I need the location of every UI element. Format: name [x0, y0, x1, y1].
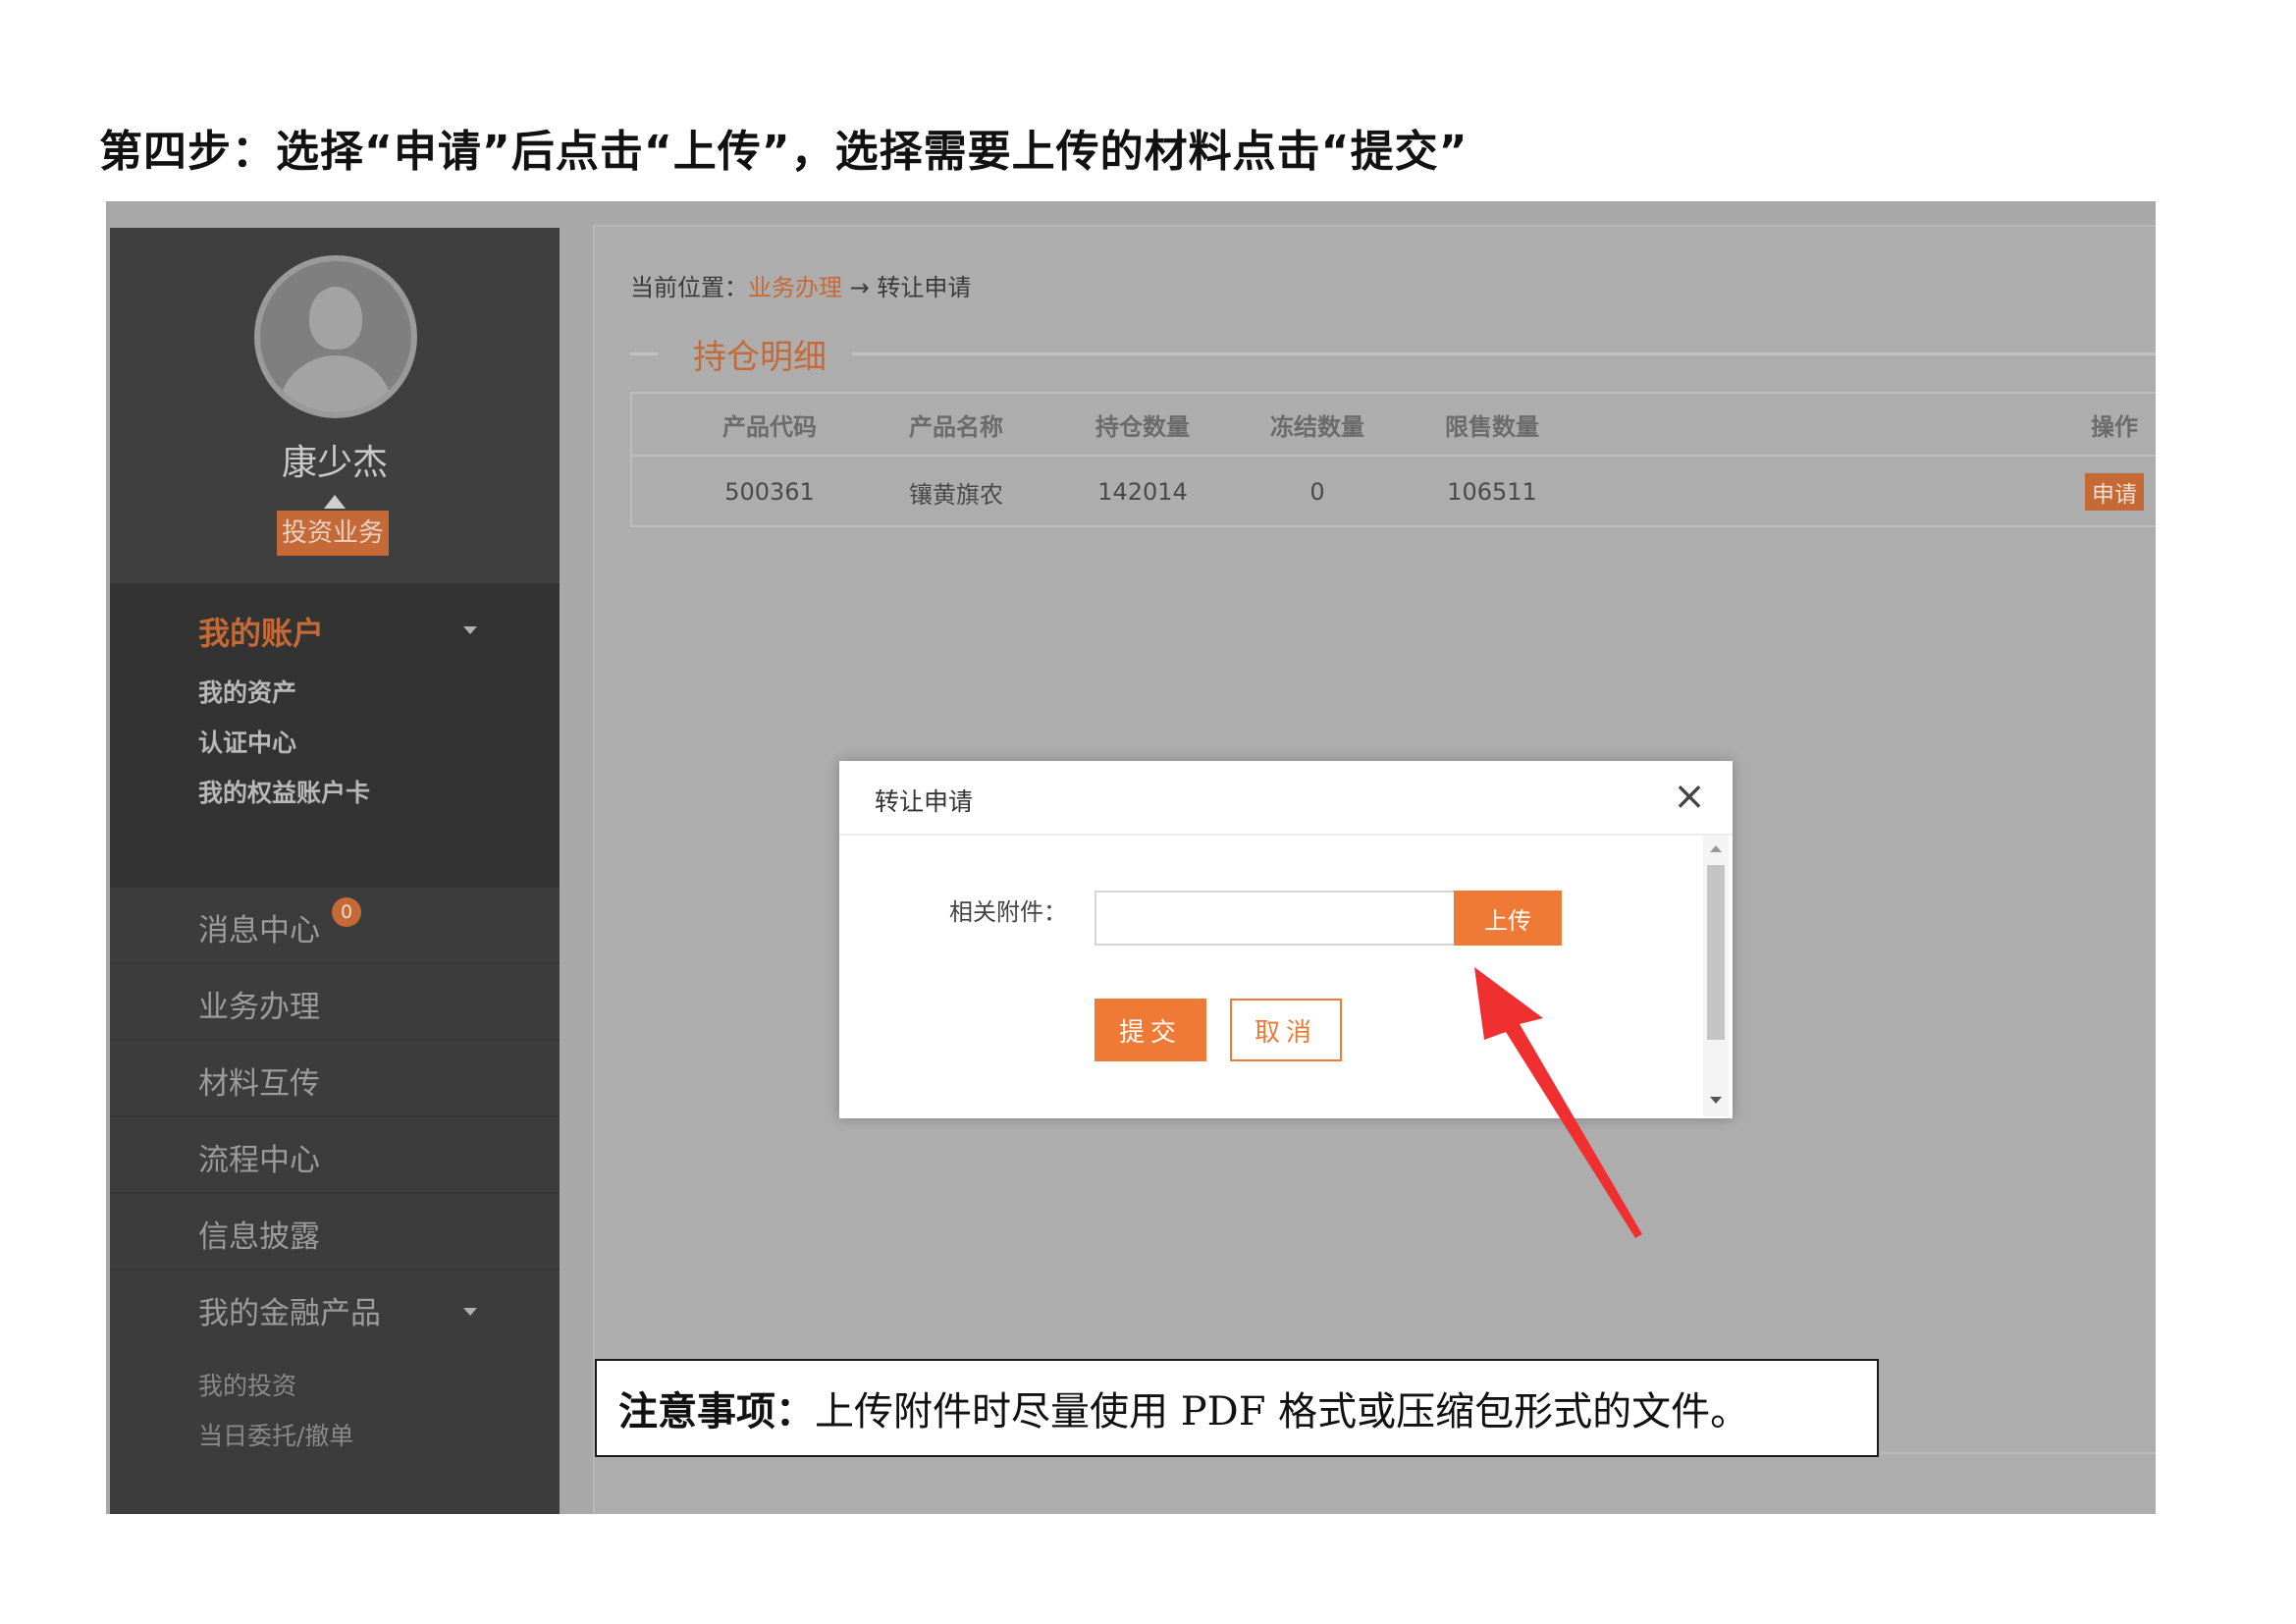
- cell-frozen-qty: 0: [1309, 478, 1325, 506]
- breadcrumb-current: 转让申请: [877, 274, 972, 301]
- sidebar-subitem-my-investment[interactable]: 我的投资: [198, 1367, 296, 1402]
- message-count-badge: 0: [332, 897, 361, 927]
- scrollbar-thumb[interactable]: [1707, 865, 1725, 1040]
- cell-product-code: 500361: [724, 478, 815, 506]
- instruction-heading: 第四步：选择“申请”后点击“上传”，选择需要上传的材料点击“提交”: [99, 127, 1468, 177]
- cell-action: 申请: [2085, 459, 2144, 525]
- sidebar-item-label: 我的金融产品: [198, 1296, 381, 1331]
- sidebar-item-label: 信息披露: [198, 1219, 320, 1255]
- sidebar-item-my-account[interactable]: 我的账户: [198, 609, 324, 654]
- attachment-field[interactable]: [1095, 891, 1456, 946]
- sidebar-item-business[interactable]: 业务办理: [110, 964, 560, 1041]
- user-name: 康少杰: [281, 443, 388, 483]
- sidebar-subitem-auth-center[interactable]: 认证中心: [198, 724, 296, 759]
- apply-button[interactable]: 申请: [2085, 473, 2144, 511]
- cell-restricted-qty: 106511: [1447, 478, 1537, 506]
- caret-up-icon: [324, 495, 346, 509]
- breadcrumb: 当前位置：业务办理 → 转让申请: [630, 268, 971, 302]
- column-header: 产品代码: [722, 412, 817, 441]
- attachment-label: 相关附件：: [949, 898, 1067, 926]
- sidebar-item-materials[interactable]: 材料互传: [110, 1041, 560, 1117]
- sidebar-subitem-my-assets[interactable]: 我的资产: [198, 674, 296, 709]
- breadcrumb-separator: →: [842, 274, 878, 301]
- column-header: 冻结数量: [1270, 412, 1364, 441]
- column-header: 产品名称: [909, 412, 1003, 441]
- sidebar-item-label: 消息中心: [198, 913, 320, 948]
- upload-button[interactable]: 上传: [1454, 891, 1562, 946]
- breadcrumb-prefix: 当前位置：: [630, 274, 748, 301]
- sidebar-subitem-equity-card[interactable]: 我的权益账户卡: [198, 774, 370, 809]
- cancel-button[interactable]: 取消: [1230, 999, 1342, 1061]
- dialog-title: 转让申请: [875, 787, 974, 816]
- sidebar-item-label: 业务办理: [198, 990, 320, 1025]
- page: 第四步：选择“申请”后点击“上传”，选择需要上传的材料点击“提交” 康少杰 投资…: [0, 0, 2296, 1624]
- close-icon[interactable]: ×: [1668, 775, 1711, 818]
- dialog-scrollbar[interactable]: [1703, 836, 1729, 1116]
- dialog-header: 转让申请 ×: [839, 761, 1733, 836]
- scroll-down-icon[interactable]: [1710, 1097, 1722, 1104]
- cell-product-name: 镶黄旗农: [909, 480, 1003, 509]
- note-text: 上传附件时尽量使用 PDF 格式或压缩包形式的文件。: [815, 1389, 1750, 1435]
- column-header: 操作: [2091, 412, 2138, 441]
- sidebar-item-messages[interactable]: 消息中心 0: [110, 888, 560, 964]
- sidebar-item-label: 材料互传: [198, 1066, 320, 1102]
- screenshot-frame: 康少杰 投资业务 我的账户 我的资产 认证中心 我的权益账户卡 消息中心 0 业…: [106, 201, 2156, 1514]
- submit-button[interactable]: 提交: [1095, 999, 1206, 1061]
- sidebar-subitem-daily-orders[interactable]: 当日委托/撤单: [198, 1417, 353, 1452]
- note-box: 注意事项： 上传附件时尽量使用 PDF 格式或压缩包形式的文件。: [595, 1359, 1879, 1457]
- sidebar-item-disclosure[interactable]: 信息披露: [110, 1194, 560, 1271]
- note-label: 注意事项：: [618, 1388, 815, 1435]
- scroll-up-icon[interactable]: [1710, 845, 1722, 852]
- table-row: 500361 镶黄旗农 142014 0 106511 申请: [632, 459, 2156, 525]
- profile-panel: 康少杰 投资业务: [110, 228, 560, 583]
- holdings-table: 产品代码 产品名称 持仓数量 冻结数量 限售数量 操作 500361 镶黄旗农 …: [630, 392, 2156, 527]
- section-divider: [630, 352, 658, 355]
- chevron-down-icon: [463, 1308, 477, 1316]
- column-header: 持仓数量: [1095, 412, 1190, 441]
- sidebar: 康少杰 投资业务 我的账户 我的资产 认证中心 我的权益账户卡 消息中心 0 业…: [110, 228, 560, 1514]
- sidebar-item-products[interactable]: 我的金融产品: [110, 1271, 560, 1347]
- footer-divider: [1881, 1452, 2156, 1454]
- cell-holding-qty: 142014: [1097, 478, 1188, 506]
- role-badge[interactable]: 投资业务: [277, 511, 389, 556]
- table-header-row: 产品代码 产品名称 持仓数量 冻结数量 限售数量 操作: [632, 394, 2156, 457]
- account-section: 我的账户 我的资产 认证中心 我的权益账户卡: [110, 583, 560, 888]
- sidebar-item-label: 流程中心: [198, 1143, 320, 1178]
- sidebar-item-process[interactable]: 流程中心: [110, 1117, 560, 1194]
- avatar-icon[interactable]: [254, 255, 417, 418]
- avatar-head-shape: [309, 287, 362, 350]
- chevron-down-icon[interactable]: [463, 626, 477, 634]
- avatar-body-shape: [278, 355, 394, 412]
- section-title: 持仓明细: [693, 338, 827, 377]
- section-divider: [852, 352, 2156, 355]
- breadcrumb-link-business[interactable]: 业务办理: [748, 274, 842, 301]
- column-header: 限售数量: [1445, 412, 1539, 441]
- red-arrow-icon: [1474, 967, 1642, 1238]
